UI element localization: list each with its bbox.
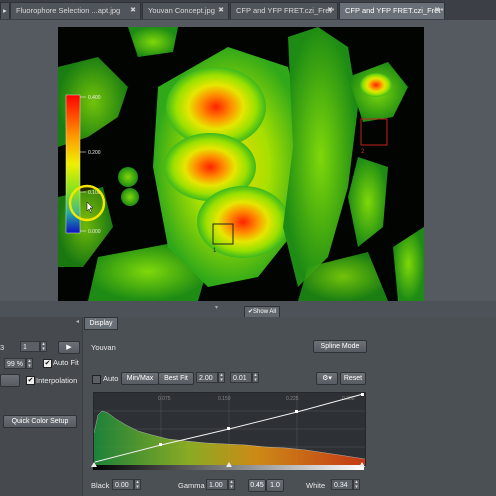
best-fit-offset-stepper[interactable]: ▴ ▾ [252,372,259,383]
gamma-handle[interactable] [226,462,232,467]
histogram[interactable]: 0.075 0.150 0.225 0.300 [93,392,366,466]
tab-label: Youvan Concept.jpg [148,6,215,15]
tab-cfp-yfp-fret-active[interactable]: CFP and YFP FRET.czi_Fret* ✖ [339,2,445,19]
white-point-handle[interactable] [359,462,365,467]
gamma-preset-045[interactable]: 0.45 [248,479,266,492]
best-fit-percent-stepper[interactable]: ▴ ▾ [218,372,225,383]
collapse-left-icon[interactable]: ◂ [76,318,79,325]
histogram-tick: 0.150 [218,396,231,402]
reset-button[interactable]: Reset [340,372,366,385]
chevron-left-icon: ▸ [3,6,7,15]
zoom-input[interactable]: 99 % [4,358,26,369]
gamma-preset-10[interactable]: 1.0 [266,479,284,492]
black-point-handle[interactable] [91,462,97,467]
close-icon[interactable]: ✖ [130,6,136,14]
best-fit-button[interactable]: Best Fit [158,372,194,385]
white-input[interactable]: 0.34 [331,479,353,490]
tab-label: CFP and YFP FRET.czi_Fret* [236,6,335,15]
gamma-label: Gamma [178,481,205,490]
splitter-grip-icon[interactable]: ▾ [215,304,218,311]
fret-image[interactable]: 2 1 0.400 0.200 0.100 0.000 [58,27,424,301]
chevron-down-icon: ▾ [42,346,45,352]
best-fit-percent-input[interactable]: 2.00 [196,372,218,383]
index-input[interactable]: 1 [20,341,40,352]
auto-checkbox[interactable] [92,375,101,384]
gamma-input[interactable]: 1.00 [206,479,228,490]
chevron-down-icon: ▾ [254,377,257,383]
auto-label: Auto [103,374,119,383]
colorbar-tick: 0.200 [88,150,101,156]
index-stepper[interactable]: ▴ ▾ [40,341,47,352]
black-input[interactable]: 0.00 [112,479,134,490]
chevron-down-icon: ▾ [220,377,223,383]
curve-point[interactable] [361,393,364,396]
histogram-tick: 0.075 [158,396,171,402]
play-icon: ▶ [66,344,72,351]
spline-mode-button[interactable]: Spline Mode [313,340,367,353]
tab-overflow[interactable]: ▸ [0,2,10,19]
show-all-label: Show All [253,309,277,315]
tab-label: CFP and YFP FRET.czi_Fret* [345,6,444,15]
quick-color-setup-button[interactable]: Quick Color Setup [3,415,77,428]
close-icon[interactable]: ✖ [434,6,440,14]
document-tab-bar: ▸ Fluorophore Selection ...apt.jpg ✖ Youv… [0,0,496,21]
close-icon[interactable]: ✖ [218,6,224,14]
auto-fit-checkbox[interactable]: ✔ [43,359,52,368]
best-fit-offset-input[interactable]: 0.01 [230,372,252,383]
chevron-down-icon: ▾ [355,484,358,490]
curve-point[interactable] [227,427,230,430]
white-stepper[interactable]: ▴ ▾ [353,479,360,490]
tab-display[interactable]: Display [84,317,118,330]
curve-point[interactable] [295,410,298,413]
chevron-down-icon: ▾ [230,484,233,490]
fret-image-canvas: 2 1 0.400 0.200 0.100 0.000 [58,27,424,301]
options-dropdown[interactable]: ⚙▾ [316,372,338,385]
tab-cfp-yfp-fret-1[interactable]: CFP and YFP FRET.czi_Fret* ✖ [230,2,338,19]
histogram-plot: 0.075 0.150 0.225 0.300 [93,393,366,465]
colorbar-tick: 0.000 [88,229,101,235]
lut-name: Youvan [91,343,116,352]
tab-label: Fluorophore Selection ...apt.jpg [16,6,121,15]
min-max-button[interactable]: Min/Max [121,372,159,385]
white-label: White [306,481,326,490]
fit-button[interactable] [0,374,20,387]
interpolation-checkbox[interactable]: ✔ [26,376,35,385]
zoom-stepper[interactable]: ▴ ▾ [26,358,33,369]
tab-youvan-concept[interactable]: Youvan Concept.jpg ✖ [142,2,229,19]
curve-point[interactable] [159,443,162,446]
black-label: Black [91,481,110,490]
auto-fit-label: Auto Fit [53,358,79,367]
colorbar-tick: 0.400 [88,95,101,101]
play-button[interactable]: ▶ [58,341,80,354]
gamma-stepper[interactable]: ▴ ▾ [228,479,235,490]
close-icon[interactable]: ✖ [327,6,333,14]
chevron-down-icon: ▾ [28,363,31,369]
tab-fluorophore-selection[interactable]: Fluorophore Selection ...apt.jpg ✖ [10,2,141,19]
chevron-down-icon: ▾ [136,484,139,490]
channel-value: 3 [0,343,5,352]
black-stepper[interactable]: ▴ ▾ [134,479,141,490]
gear-icon: ⚙▾ [322,375,332,382]
interpolation-label: Interpolation [36,376,78,385]
histogram-tick: 0.225 [286,396,299,402]
